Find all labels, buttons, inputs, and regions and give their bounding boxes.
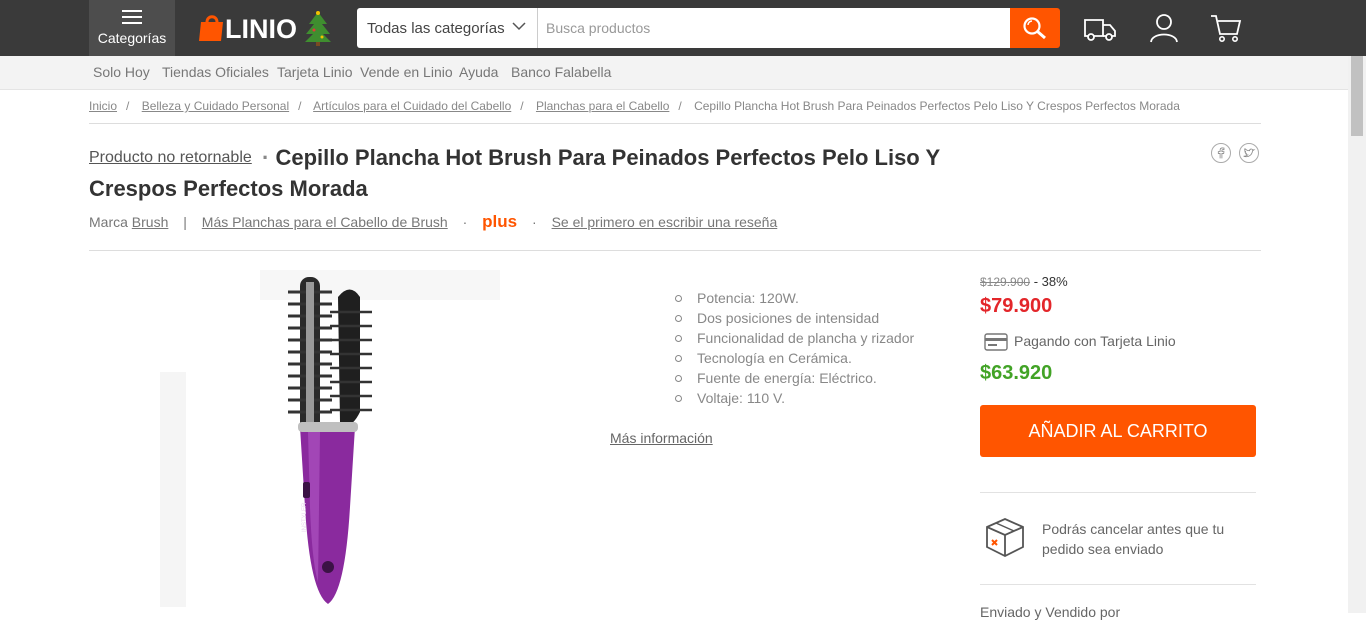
spec-item: Funcionalidad de plancha y rizador [675,330,914,350]
christmas-tree-icon [305,11,331,46]
twitter-share-icon[interactable] [1239,143,1259,163]
breadcrumb-link[interactable]: Belleza y Cuidado Personal [142,99,289,113]
page-scrollbar[interactable] [1348,56,1366,613]
card-label: Pagando con Tarjeta Linio [1014,333,1176,349]
discount-badge: - 38% [1033,274,1068,289]
categories-menu-button[interactable]: Categorías [89,0,175,56]
nav-tiendas-oficiales[interactable]: Tiendas Oficiales [162,64,269,80]
divider [89,250,1261,251]
current-price: $79.900 [980,295,1053,317]
meta-separator: | [183,214,187,230]
write-review-link[interactable]: Se el primero en escribir una reseña [552,214,778,230]
product-title: Cepillo Plancha Hot Brush Para Peinados … [89,145,940,201]
spec-item: Voltaje: 110 V. [675,390,914,410]
breadcrumb-link[interactable]: Artículos para el Cuidado del Cabello [313,99,511,113]
more-info-link[interactable]: Más información [610,430,713,446]
spec-item: Tecnología en Cerámica. [675,350,914,370]
chevron-down-icon [512,22,526,31]
nav-banco-falabella[interactable]: Banco Falabella [511,64,611,80]
scrollbar-thumb[interactable] [1351,56,1363,136]
round-brush-shape [288,277,332,432]
categories-label: Categorías [97,30,167,46]
category-select-value: Todas las categorías [367,20,505,37]
meta-dot: · [532,214,537,230]
nav-solo-hoy[interactable]: Solo Hoy [93,64,150,80]
old-price: $129.900 [980,275,1031,289]
more-from-brand-link[interactable]: Más Planchas para el Cabello de Brush [202,214,448,230]
facebook-share-icon[interactable] [1211,143,1231,163]
delivery-truck-icon[interactable] [1082,10,1118,46]
nav-ayuda[interactable]: Ayuda [459,64,498,80]
product-image[interactable]: INSTYLER [160,262,510,612]
spec-item: Dos posiciones de intensidad [675,310,914,330]
nav-tarjeta-linio[interactable]: Tarjeta Linio [277,64,353,80]
breadcrumb-link[interactable]: Planchas para el Cabello [536,99,669,113]
search-icon [1023,17,1046,40]
product-brand-print: INSTYLER [302,502,308,532]
search-button[interactable] [1010,8,1060,48]
old-price-row: $129.900 - 38% [980,274,1068,289]
breadcrumb-current: Cepillo Plancha Hot Brush Para Peinados … [694,99,1180,113]
plus-badge: plus [482,212,518,231]
linio-card-row: Pagando con Tarjeta Linio [984,333,1176,351]
search-input[interactable] [538,8,1010,48]
add-to-cart-button[interactable]: AÑADIR AL CARRITO [980,405,1256,457]
cancel-note: Podrás cancelar antes que tu pedido sea … [1042,521,1225,557]
product-meta: Marca Brush | Más Planchas para el Cabel… [89,212,777,232]
divider [980,584,1256,585]
logo-text: LINIO [225,14,297,44]
breadcrumb-link[interactable]: Inicio [89,99,117,113]
shopping-cart-icon[interactable] [1208,10,1244,46]
product-specs-list: Potencia: 120W. Dos posiciones de intens… [675,290,914,410]
user-account-icon[interactable] [1146,10,1182,46]
breadcrumb: Inicio / Belleza y Cuidado Personal / Artí… [89,99,1180,113]
sold-by-label: Enviado y Vendido por [980,604,1121,620]
card-price: $63.920 [980,362,1053,384]
linio-logo[interactable]: LINIO [197,10,337,46]
spec-item: Fuente de energía: Eléctrico. [675,370,914,390]
divider [980,492,1256,493]
package-cancel-icon [986,518,1024,558]
shopping-bag-logo-icon [199,15,223,41]
spec-item: Potencia: 120W. [675,290,914,310]
page-title: · Cepillo Plancha Hot Brush Para Peinado… [89,145,940,201]
nav-vende-en-linio[interactable]: Vende en Linio [360,64,453,80]
brand-link[interactable]: Brush [132,214,169,230]
brand-prefix: Marca [89,214,128,230]
flat-plate-shape [330,289,372,426]
credit-card-icon [984,333,1008,351]
top-header: Categorías LINIO Todas las categorías [0,0,1366,56]
hamburger-icon [122,10,142,24]
category-select[interactable]: Todas las categorías [357,8,538,48]
divider [89,123,1261,124]
secondary-nav: Solo Hoy Tiendas Oficiales Tarjeta Linio… [0,56,1348,90]
meta-dot: · [462,214,468,230]
